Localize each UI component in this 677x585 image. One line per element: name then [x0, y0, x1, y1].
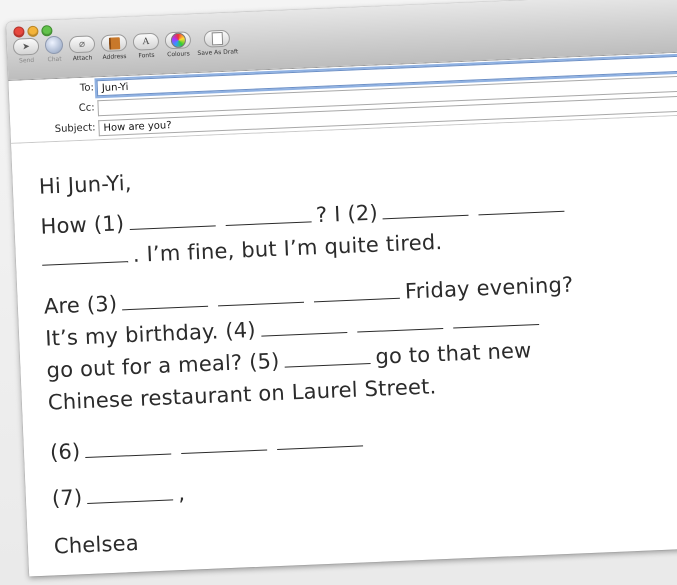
save-as-draft-button[interactable]: Save As Draft: [197, 29, 239, 57]
line7-start-text: (6): [49, 439, 81, 465]
screen: ➤ Send Chat ⌀ Attach Address A Fonts Col…: [0, 0, 677, 585]
blank-5a: [284, 362, 371, 368]
body-line-1: How (1) ? I (2): [40, 193, 570, 239]
line5-end-text: go to that new: [374, 338, 532, 369]
blank-4c: [452, 322, 539, 329]
blank-2b: [478, 209, 565, 216]
to-label: To:: [79, 82, 95, 94]
chat-bubble-icon: [44, 35, 64, 55]
minimize-window-button[interactable]: [27, 25, 39, 38]
line5-start-text: go out for a meal? (5): [46, 348, 280, 383]
body-line-7: (6): [49, 427, 369, 465]
line8-start-text: (7): [51, 485, 83, 511]
draft-icon: [203, 29, 231, 48]
color-wheel-icon: [164, 31, 192, 50]
line4-start-text: It’s my birthday. (4): [44, 317, 257, 351]
compose-window: ➤ Send Chat ⌀ Attach Address A Fonts Col…: [6, 0, 677, 577]
blank-3a: [122, 304, 209, 311]
chat-label: Chat: [47, 55, 62, 64]
line2-text: . I’m fine, but I’m quite tired.: [132, 229, 443, 267]
blank-3b: [218, 300, 305, 307]
message-body[interactable]: Hi Jun-Yi, How (1) ? I (2) . I’m fine, bu…: [11, 114, 677, 574]
blank-7a: [87, 498, 174, 505]
line3-end-text: Friday evening?: [404, 272, 574, 304]
send-button[interactable]: ➤ Send: [12, 37, 40, 65]
chat-button[interactable]: Chat: [44, 35, 64, 64]
zoom-window-button[interactable]: [41, 25, 53, 37]
greeting-text: Hi Jun-Yi,: [38, 170, 133, 199]
subject-label: Subject:: [54, 122, 96, 136]
save-as-draft-label: Save As Draft: [197, 48, 239, 58]
greeting-line: Hi Jun-Yi,: [38, 171, 132, 199]
blank-1b: [225, 220, 312, 226]
fonts-icon: A: [132, 32, 160, 51]
attach-button[interactable]: ⌀ Attach: [68, 35, 96, 63]
cc-label: Cc:: [78, 102, 95, 115]
body-line-8: (7),: [51, 481, 185, 511]
line1-start-text: How (1): [40, 211, 125, 239]
signature-line: Chelsea: [54, 531, 140, 559]
colours-label: Colours: [167, 50, 190, 59]
blank-6c: [277, 444, 364, 451]
blank-2a: [382, 213, 470, 220]
paper-plane-icon: ➤: [12, 37, 40, 56]
send-label: Send: [18, 56, 35, 65]
line1-mid-text: ? I (2): [315, 200, 379, 228]
blank-3c: [314, 296, 401, 303]
body-line-6: Chinese restaurant on Laurel Street.: [47, 374, 436, 414]
colours-button[interactable]: Colours: [164, 31, 192, 59]
blank-4b: [356, 326, 443, 333]
blank-2c: [42, 260, 129, 266]
paperclip-icon: ⌀: [68, 35, 96, 54]
blank-4a: [260, 330, 347, 337]
fonts-button[interactable]: A Fonts: [132, 32, 160, 60]
blank-6b: [181, 448, 268, 455]
blank-6a: [85, 452, 172, 459]
attach-label: Attach: [72, 54, 93, 63]
address-book-icon: [100, 33, 128, 53]
address-label: Address: [102, 52, 127, 61]
blank-1a: [129, 224, 216, 231]
line6-text: Chinese restaurant on Laurel Street.: [47, 374, 437, 415]
line3-start-text: Are (3): [43, 291, 118, 319]
address-button[interactable]: Address: [100, 33, 128, 61]
fonts-label: Fonts: [138, 51, 155, 60]
signature-text: Chelsea: [53, 530, 140, 559]
line8-end-text: ,: [177, 480, 186, 506]
close-window-button[interactable]: [13, 26, 25, 38]
